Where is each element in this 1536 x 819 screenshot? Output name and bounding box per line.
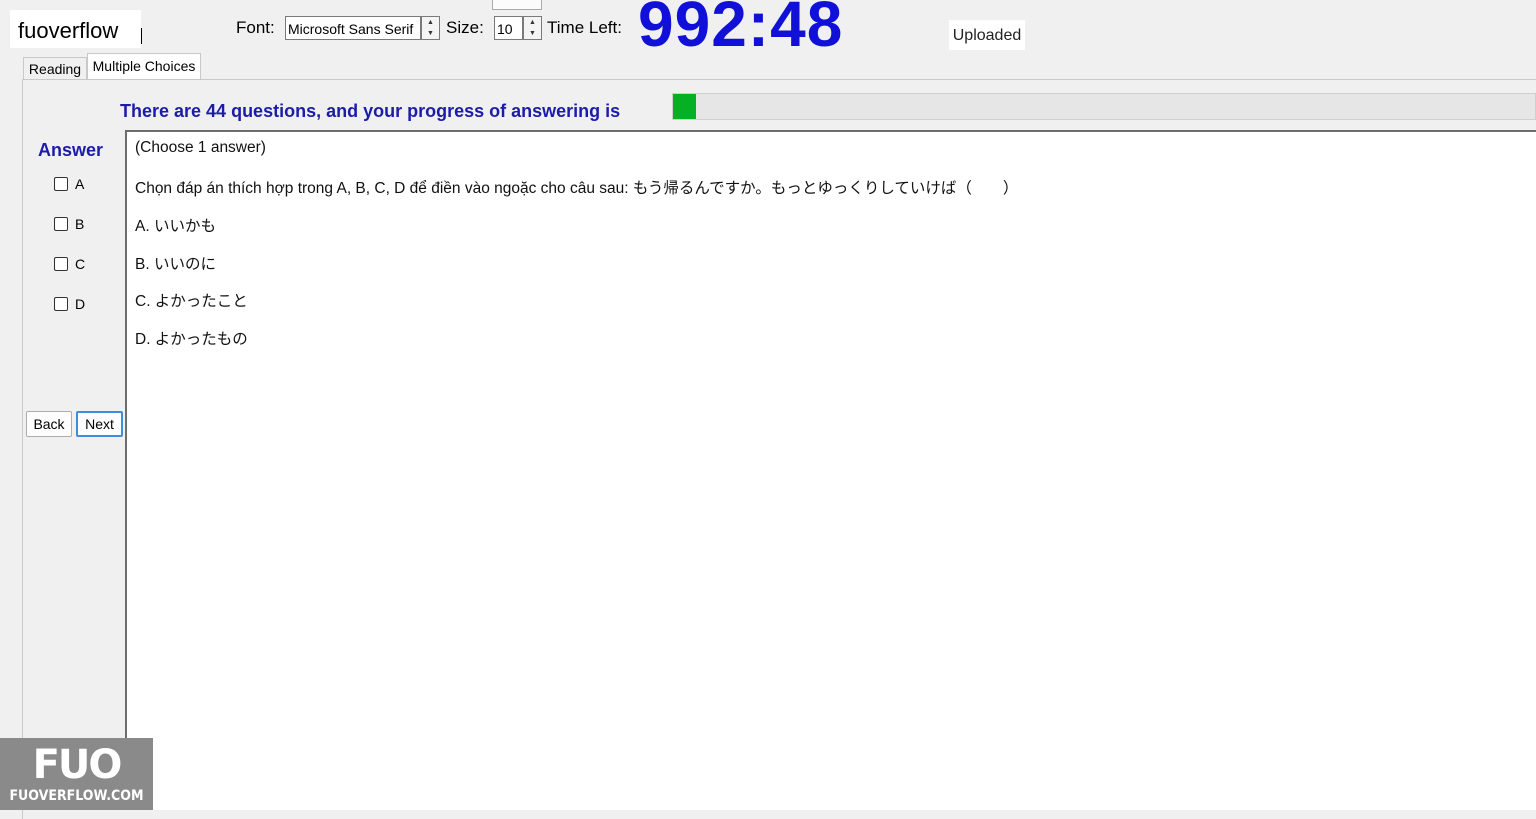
progress-label: There are 44 questions, and your progres… <box>120 101 621 121</box>
choice-b-text: B. いいのに <box>135 256 216 273</box>
fuoverflow-logo: FUO FUOVERFLOW.COM <box>0 738 153 810</box>
choice-d-text: D. よかったもの <box>135 331 248 348</box>
font-input[interactable]: Microsoft Sans Serif <box>285 16 421 40</box>
checkbox-a[interactable] <box>54 177 68 191</box>
size-spinner[interactable]: ▲ ▼ <box>523 16 542 40</box>
countdown-timer: 992:48 <box>638 0 844 60</box>
tab-multiple-choices[interactable]: Multiple Choices <box>87 53 201 80</box>
checkbox-c[interactable] <box>54 257 68 271</box>
checkbox-b[interactable] <box>54 217 68 231</box>
checkbox-d[interactable] <box>54 297 68 311</box>
answer-option-c[interactable]: C <box>54 256 85 272</box>
size-input[interactable]: 10 <box>494 16 523 40</box>
logo-mark: FUO <box>32 742 123 788</box>
spin-down-icon[interactable]: ▼ <box>529 28 536 39</box>
option-label-a: A <box>75 176 85 192</box>
choice-c-text: C. よかったこと <box>135 293 248 310</box>
upload-status: Uploaded <box>949 20 1025 50</box>
question-instruction: (Choose 1 answer) <box>135 139 266 156</box>
question-text: Chọn đáp án thích hợp trong A, B, C, D đ… <box>135 180 1019 197</box>
next-button[interactable]: Next <box>76 411 123 437</box>
logo-caption: FUOVERFLOW.COM <box>9 788 144 804</box>
answer-option-a[interactable]: A <box>54 176 84 192</box>
question-box <box>125 130 1536 810</box>
option-label-c: C <box>75 256 86 272</box>
option-label-d: D <box>75 296 86 312</box>
spin-down-icon[interactable]: ▼ <box>427 28 434 39</box>
tab-reading[interactable]: Reading <box>23 57 87 79</box>
progress-fill <box>673 94 697 119</box>
watermark-text: fuoverflow <box>18 18 119 43</box>
font-label: Font: <box>236 18 275 37</box>
hidden-control-stub <box>492 0 542 10</box>
size-label: Size: <box>446 18 484 37</box>
option-label-b: B <box>75 216 85 232</box>
back-button[interactable]: Back <box>26 411 72 437</box>
watermark-box: fuoverflow <box>10 10 142 48</box>
progress-bar <box>672 93 1536 120</box>
font-spinner[interactable]: ▲ ▼ <box>421 16 440 40</box>
choice-a-text: A. いいかも <box>135 218 216 235</box>
answer-option-d[interactable]: D <box>54 296 85 312</box>
spin-up-icon[interactable]: ▲ <box>427 17 434 28</box>
answer-title: Answer <box>38 140 104 160</box>
text-caret <box>141 28 142 44</box>
spin-up-icon[interactable]: ▲ <box>529 17 536 28</box>
answer-option-b[interactable]: B <box>54 216 84 232</box>
time-left-label: Time Left: <box>547 18 622 37</box>
